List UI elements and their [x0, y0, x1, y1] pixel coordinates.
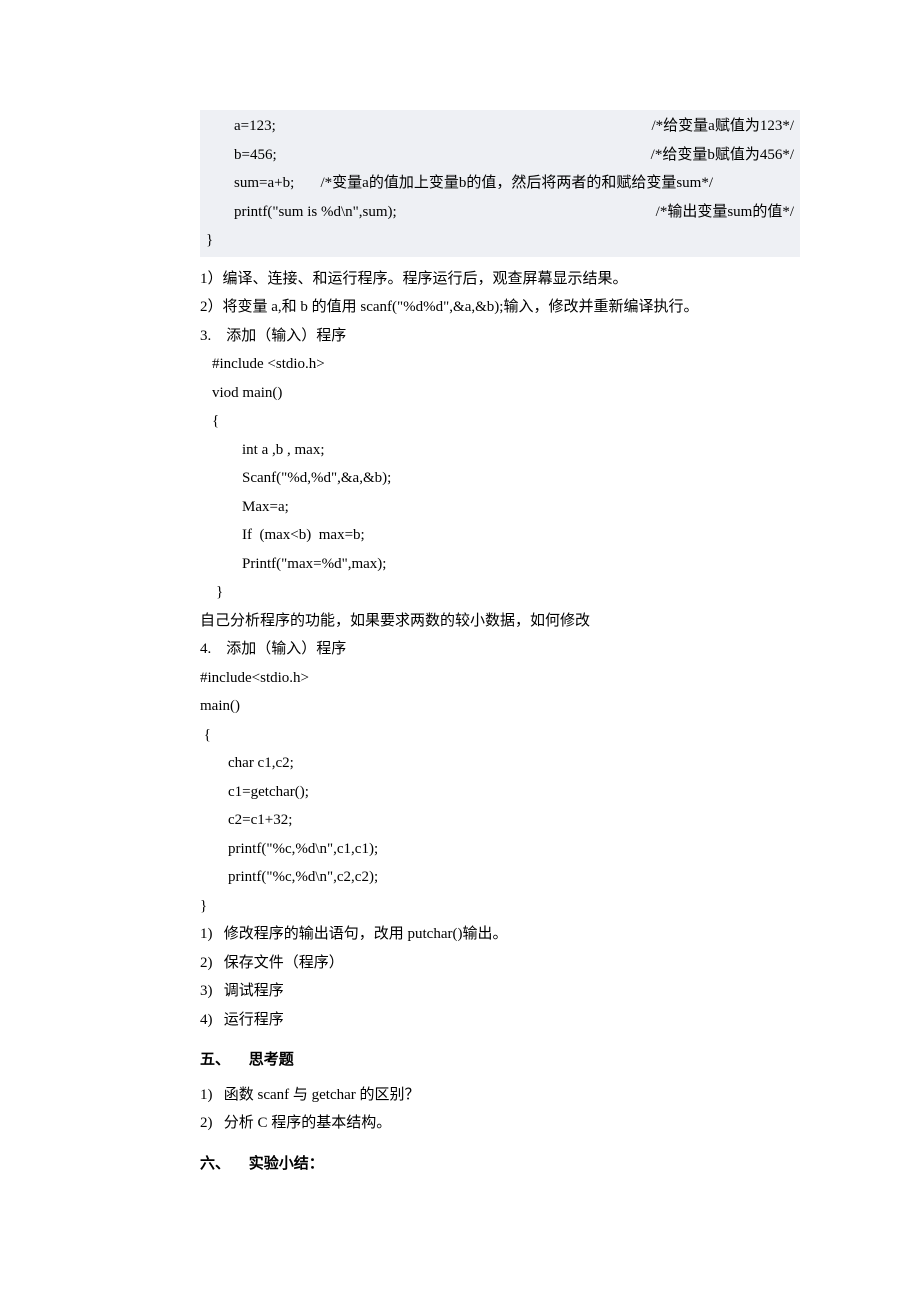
- section-4-title: 4. 添加（输入）程序: [200, 635, 800, 664]
- code-line: Max=a;: [200, 493, 800, 522]
- code-line: {: [200, 721, 800, 750]
- code-comment: /*给变量a赋值为123*/: [652, 112, 795, 141]
- code-line: int a ,b , max;: [200, 436, 800, 465]
- list-item: 2) 保存文件（程序）: [200, 949, 800, 978]
- code-line: c2=c1+32;: [200, 806, 800, 835]
- code-line: }: [200, 892, 800, 921]
- code-line: If (max<b) max=b;: [200, 521, 800, 550]
- code-line: viod main(): [200, 379, 800, 408]
- code-line: char c1,c2;: [200, 749, 800, 778]
- code-line: }: [206, 226, 794, 255]
- code-left: printf("sum is %d\n",sum);: [234, 198, 397, 227]
- code-line: #include <stdio.h>: [200, 350, 800, 379]
- document-page: a=123; /*给变量a赋值为123*/ b=456; /*给变量b赋值为45…: [0, 0, 920, 1302]
- code-line: printf("sum is %d\n",sum); /*输出变量sum的值*/: [206, 198, 794, 227]
- code-line: printf("%c,%d\n",c1,c1);: [200, 835, 800, 864]
- code-comment: /*输出变量sum的值*/: [656, 198, 794, 227]
- code-left: a=123;: [234, 112, 276, 141]
- code-line: Printf("max=%d",max);: [200, 550, 800, 579]
- code-line: printf("%c,%d\n",c2,c2);: [200, 863, 800, 892]
- code-line: }: [200, 578, 800, 607]
- paragraph-line: 1）编译、连接、和运行程序。程序运行后，观查屏幕显示结果。: [200, 265, 800, 294]
- code-line: main(): [200, 692, 800, 721]
- paragraph-line: 自己分析程序的功能，如果要求两数的较小数据，如何修改: [200, 607, 800, 636]
- code-line: Scanf("%d,%d",&a,&b);: [200, 464, 800, 493]
- code-line: sum=a+b; /*变量a的值加上变量b的值，然后将两者的和赋给变量sum*/: [206, 169, 794, 198]
- list-item: 4) 运行程序: [200, 1006, 800, 1035]
- section-3-title: 3. 添加（输入）程序: [200, 322, 800, 351]
- code-block-sum: a=123; /*给变量a赋值为123*/ b=456; /*给变量b赋值为45…: [200, 110, 800, 257]
- code-line: #include<stdio.h>: [200, 664, 800, 693]
- list-item: 1) 修改程序的输出语句，改用 putchar()输出。: [200, 920, 800, 949]
- section-6-title: 六、 实验小结：: [200, 1150, 800, 1179]
- paragraph-line: 2）将变量 a,和 b 的值用 scanf("%d%d",&a,&b);输入，修…: [200, 293, 800, 322]
- list-item: 2) 分析 C 程序的基本结构。: [200, 1109, 800, 1138]
- list-item: 3) 调试程序: [200, 977, 800, 1006]
- code-line: a=123; /*给变量a赋值为123*/: [206, 112, 794, 141]
- list-item: 1) 函数 scanf 与 getchar 的区别？: [200, 1081, 800, 1110]
- code-line: {: [200, 407, 800, 436]
- code-left: b=456;: [234, 141, 277, 170]
- code-line: b=456; /*给变量b赋值为456*/: [206, 141, 794, 170]
- section-5-title: 五、 思考题: [200, 1046, 800, 1075]
- code-comment: /*给变量b赋值为456*/: [651, 141, 794, 170]
- code-line: c1=getchar();: [200, 778, 800, 807]
